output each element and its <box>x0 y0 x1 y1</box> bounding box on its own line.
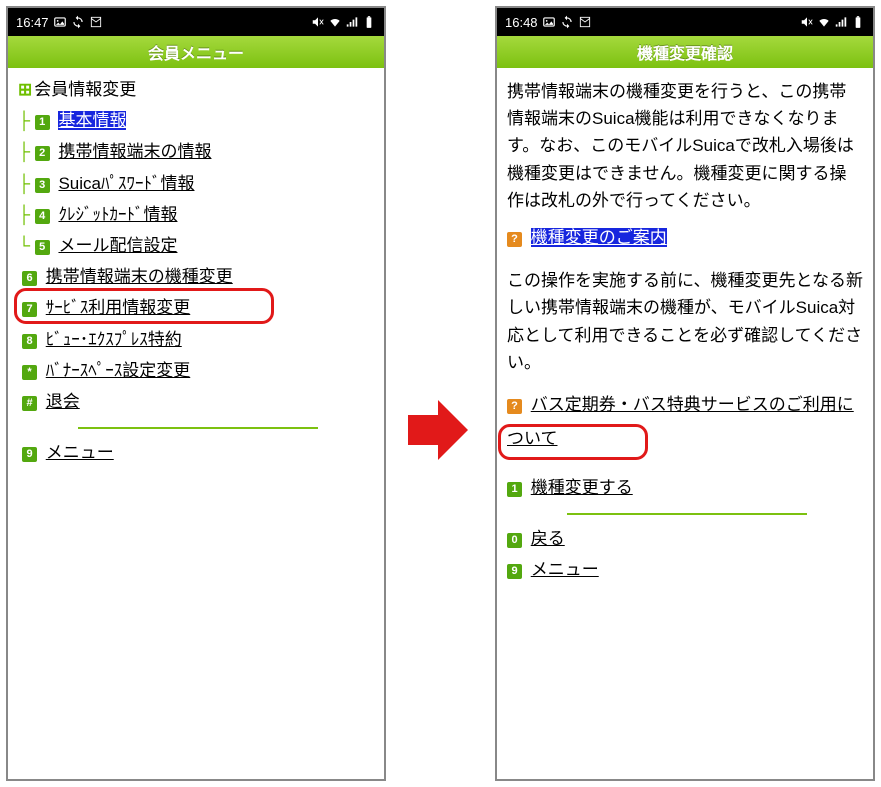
status-time: 16:48 <box>505 15 538 30</box>
num-badge: ? <box>507 232 522 247</box>
content-right: 携帯情報端末の機種変更を行うと、この携帯情報端末のSuica機能は利用できなくな… <box>497 68 873 597</box>
link-menu[interactable]: 9 メニュー <box>507 556 863 583</box>
num-badge: 0 <box>507 533 522 548</box>
menu-item-credit-card[interactable]: ├ 4 ｸﾚｼﾞｯﾄｶｰﾄﾞ情報 <box>30 201 374 228</box>
status-bar: 16:48 <box>497 8 873 36</box>
divider <box>567 513 807 515</box>
status-time: 16:47 <box>16 15 49 30</box>
num-badge: 9 <box>507 564 522 579</box>
mail-icon <box>578 15 592 29</box>
menu-item-menu[interactable]: 9 メニュー <box>22 439 374 466</box>
num-badge: 4 <box>35 209 50 224</box>
tree-tick-icon: └ <box>18 232 30 259</box>
link-guide[interactable]: ? 機種変更のご案内 <box>507 224 863 251</box>
battery-icon <box>851 15 865 29</box>
arrow-right-icon <box>408 400 468 460</box>
status-bar: 16:47 <box>8 8 384 36</box>
menu-item-device-change[interactable]: 6 携帯情報端末の機種変更 <box>22 263 374 290</box>
menu-link-label[interactable]: Suicaﾊﾟｽﾜｰﾄﾞ情報 <box>58 174 194 193</box>
signal-icon <box>834 15 848 29</box>
menu-item-service-info[interactable]: 7 ｻｰﾋﾞｽ利用情報変更 <box>22 294 374 321</box>
menu-item-basic-info[interactable]: ├ 1 基本情報 <box>30 107 374 134</box>
num-badge: 3 <box>35 178 50 193</box>
status-left: 16:47 <box>16 15 103 30</box>
link-label[interactable]: メニュー <box>531 560 599 579</box>
num-badge: 5 <box>35 240 50 255</box>
sync-icon <box>560 15 574 29</box>
num-badge: 1 <box>35 115 50 130</box>
menu-item-withdraw[interactable]: # 退会 <box>22 388 374 415</box>
menu-link-label[interactable]: 携帯情報端末の機種変更 <box>46 267 233 286</box>
num-badge: ? <box>507 399 522 414</box>
image-icon <box>542 15 556 29</box>
wifi-icon <box>328 15 342 29</box>
menu-item-banner-space[interactable]: * ﾊﾞﾅｰｽﾍﾟｰｽ設定変更 <box>22 357 374 384</box>
menu-link-label[interactable]: 基本情報 <box>58 111 126 130</box>
link-label[interactable]: 戻る <box>531 529 565 548</box>
menu-link-label[interactable]: ｸﾚｼﾞｯﾄｶｰﾄﾞ情報 <box>58 205 177 224</box>
menu-item-mail-settings[interactable]: └ 5 メール配信設定 <box>30 232 374 259</box>
phone-left: 16:47 会員メニュー <box>6 6 386 781</box>
section-bullet-icon: ⊞ <box>18 80 32 99</box>
link-back[interactable]: 0 戻る <box>507 525 863 552</box>
menu-link-label[interactable]: ｻｰﾋﾞｽ利用情報変更 <box>46 298 191 317</box>
num-badge: * <box>22 365 37 380</box>
page-title: 機種変更確認 <box>497 36 873 68</box>
menu-link-label[interactable]: メニュー <box>46 443 114 462</box>
num-badge: 7 <box>22 302 37 317</box>
menu-link-label[interactable]: 退会 <box>46 392 80 411</box>
num-badge: 2 <box>35 146 50 161</box>
mail-icon <box>89 15 103 29</box>
tree-tick-icon: ├ <box>18 170 30 197</box>
tree-tick-icon: ├ <box>18 107 30 134</box>
signal-icon <box>345 15 359 29</box>
mute-icon <box>800 15 814 29</box>
tree-tick-icon: ├ <box>18 138 30 165</box>
sync-icon <box>71 15 85 29</box>
num-badge: 9 <box>22 447 37 462</box>
page-title: 会員メニュー <box>8 36 384 68</box>
mute-icon <box>311 15 325 29</box>
link-label[interactable]: 機種変更する <box>531 478 633 497</box>
info-paragraph-2: この操作を実施する前に、機種変更先となる新しい携帯情報端末の機種が、モバイルSu… <box>507 267 863 376</box>
image-icon <box>53 15 67 29</box>
divider <box>78 427 318 429</box>
menu-item-device-info[interactable]: ├ 2 携帯情報端末の情報 <box>30 138 374 165</box>
link-do-change[interactable]: 1 機種変更する <box>507 474 863 501</box>
status-left: 16:48 <box>505 15 592 30</box>
menu-link-label[interactable]: ﾊﾞﾅｰｽﾍﾟｰｽ設定変更 <box>46 361 191 380</box>
menu-item-view-express[interactable]: 8 ﾋﾞｭｰ･ｴｸｽﾌﾟﾚｽ特約 <box>22 326 374 353</box>
link-label[interactable]: 機種変更のご案内 <box>531 228 667 247</box>
phone-right: 16:48 機種変更確認 <box>495 6 875 781</box>
info-paragraph-1: 携帯情報端末の機種変更を行うと、この携帯情報端末のSuica機能は利用できなくな… <box>507 78 863 214</box>
status-right <box>800 15 865 29</box>
wifi-icon <box>817 15 831 29</box>
section-header: ⊞会員情報変更 <box>18 76 374 103</box>
link-bus-pass[interactable]: ? バス定期券・バス特典サービスのご利用について <box>507 388 863 456</box>
num-badge: 1 <box>507 482 522 497</box>
menu-item-suica-password[interactable]: ├ 3 Suicaﾊﾟｽﾜｰﾄﾞ情報 <box>30 170 374 197</box>
menu-link-label[interactable]: ﾋﾞｭｰ･ｴｸｽﾌﾟﾚｽ特約 <box>46 330 182 349</box>
tree-tick-icon: ├ <box>18 201 30 228</box>
content-left: ⊞会員情報変更 ├ 1 基本情報 ├ 2 携帯情報端末の情報 ├ 3 Suica… <box>8 68 384 480</box>
link-label[interactable]: バス定期券・バス特典サービスのご利用について <box>507 395 854 448</box>
num-badge: 8 <box>22 334 37 349</box>
menu-link-label[interactable]: 携帯情報端末の情報 <box>58 142 211 161</box>
battery-icon <box>362 15 376 29</box>
menu-link-label[interactable]: メール配信設定 <box>58 236 177 255</box>
num-badge: 6 <box>22 271 37 286</box>
num-badge: # <box>22 396 37 411</box>
status-right <box>311 15 376 29</box>
